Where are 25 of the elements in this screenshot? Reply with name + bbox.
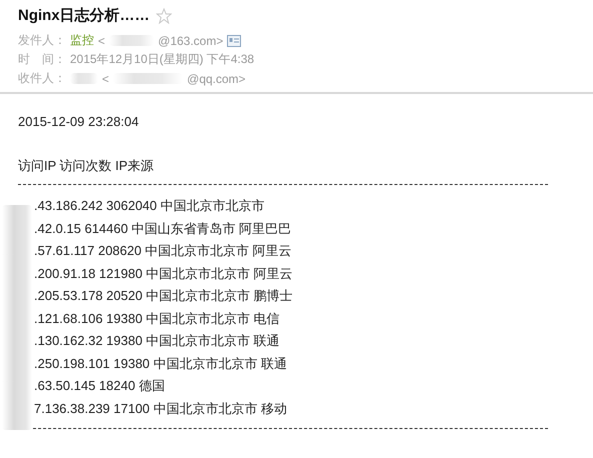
log-row-text: .130.162.32 19380 中国北京市北京市 联通 (33, 332, 281, 350)
field-label: 时 间： (18, 51, 66, 68)
log-row-text: 7.136.38.239 17100 中国北京市北京市 移动 (33, 400, 288, 418)
column-heading: 访问IP 访问次数 IP来源 (18, 157, 155, 175)
log-row-text: .42.0.15 614460 中国山东省青岛市 阿里巴巴 (33, 220, 292, 238)
log-row-text: .121.68.106 19380 中国北京市北京市 电信 (33, 310, 281, 328)
sent-time: 2015年12月10日(星期四) 下午4:38 (70, 51, 254, 68)
sender-name[interactable]: 监控 (70, 32, 94, 49)
log-row-text: .57.61.117 208620 中国北京市北京市 阿里云 (33, 242, 293, 260)
email-timestamp: 2015-12-09 23:28:04 (18, 113, 140, 131)
contact-card-icon[interactable] (227, 34, 242, 46)
redaction-blur (70, 73, 98, 84)
sender-address: @163.com> (158, 34, 224, 48)
star-icon[interactable] (156, 8, 172, 24)
log-row-text: .63.50.145 18240 德国 (33, 377, 166, 395)
log-row-text: .43.186.242 3062040 中国北京市北京市 (33, 197, 266, 215)
log-row-text: .250.198.101 19380 中国北京市北京市 联通 (33, 354, 288, 372)
field-label: 发件人： (18, 32, 66, 49)
bracket-text: < (98, 34, 106, 48)
field-label: 收件人： (18, 70, 66, 87)
email-subject: Nginx日志分析…… (18, 6, 150, 25)
log-row-text: .200.91.18 121980 中国北京市北京市 阿里云 (33, 264, 294, 282)
log-row-text: .205.53.178 20520 中国北京市北京市 鹏博士 (33, 287, 294, 305)
recipient-address: @qq.com> (187, 72, 246, 86)
bracket-text: < (102, 72, 110, 86)
